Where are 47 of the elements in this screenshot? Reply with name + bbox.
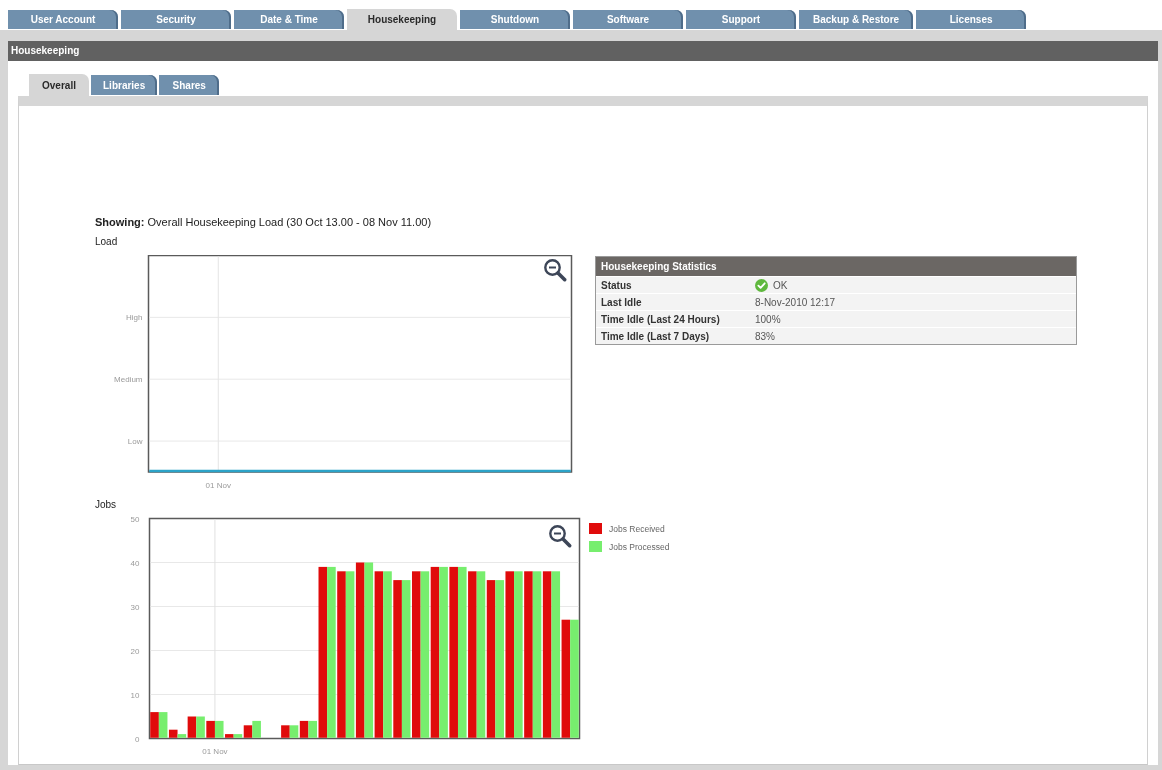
showing-caption: Showing: Overall Housekeeping Load (30 Oct 13.00 - 08 Nov 11.00) [95, 215, 432, 229]
axis-tick-label: 40 [130, 558, 140, 568]
axis-title: Jobs [95, 499, 117, 511]
axis-tick-label: Medium [114, 375, 143, 385]
nav-tab[interactable]: User Account [8, 10, 118, 29]
nav-tab[interactable]: Software [573, 10, 683, 29]
zoom-out-icon[interactable] [544, 259, 567, 282]
bar [281, 725, 290, 738]
bar [206, 720, 215, 738]
stat-label: Time Idle (Last 24 Hours) [600, 313, 720, 325]
axis-tick-label: Low [127, 437, 143, 447]
stat-value: 100% [755, 313, 781, 325]
bar [299, 720, 309, 738]
stat-value: 8-Nov-2010 12:17 [755, 296, 836, 308]
status-text: OK [773, 279, 788, 291]
stat-value: 83% [755, 330, 775, 342]
nav-tab[interactable]: Security [121, 10, 231, 29]
bar [252, 720, 261, 738]
axis-tick-label: High [126, 313, 143, 323]
bar [196, 716, 205, 738]
sub-tab[interactable]: Shares [159, 75, 220, 95]
nav-tab[interactable]: Date & Time [234, 10, 344, 29]
axis-tick-label: 01 Nov [202, 747, 228, 756]
axis-tick-label: 01 Nov [205, 481, 231, 490]
legend-label: Jobs Processed [609, 541, 670, 552]
table-header: Housekeeping Statistics [596, 257, 1076, 276]
sub-tab[interactable]: Libraries [91, 75, 158, 95]
panel-title: Housekeeping [8, 41, 1158, 61]
stat-label: Time Idle (Last 7 Days) [600, 330, 710, 342]
axis-tick-label: 20 [130, 646, 140, 656]
legend-label: Jobs Received [609, 523, 665, 534]
stat-label: Last Idle [600, 296, 642, 308]
sub-tab[interactable]: Overall [29, 74, 89, 96]
axis-tick-label: 30 [130, 602, 140, 612]
axis-tick-label: 0 [135, 734, 140, 744]
axis-tick-label: 10 [130, 690, 140, 700]
nav-tab[interactable]: Support [686, 10, 796, 29]
axis-title: Load [95, 235, 118, 249]
axis-tick-label: 50 [130, 514, 140, 524]
nav-tab[interactable]: Shutdown [460, 10, 570, 29]
nav-tab[interactable]: Backup & Restore [799, 10, 914, 29]
zoom-out-icon[interactable] [549, 525, 572, 548]
bar [150, 712, 159, 738]
nav-tab[interactable]: Housekeeping [347, 9, 457, 30]
nav-tab[interactable]: Licenses [916, 10, 1027, 29]
bar [289, 725, 299, 738]
stat-label: Status [600, 279, 632, 291]
